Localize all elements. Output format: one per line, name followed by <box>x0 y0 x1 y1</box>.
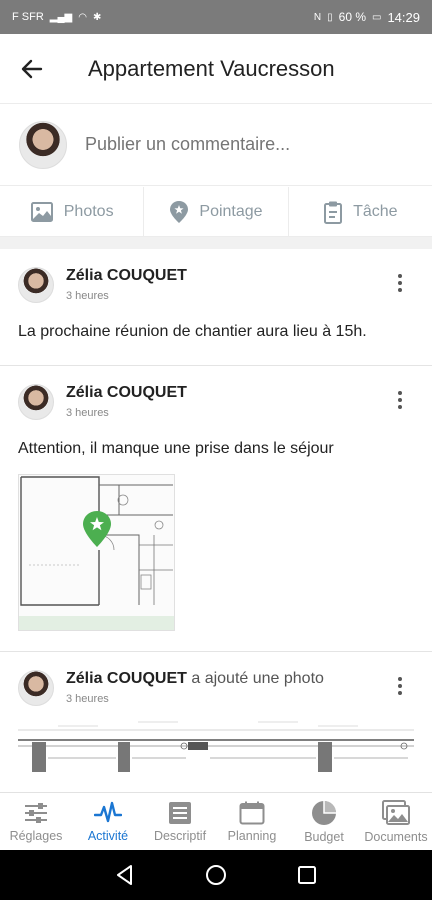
quick-actions: Photos Pointage Tâche <box>0 187 432 237</box>
floor-plan-thumbnail[interactable] <box>18 474 175 631</box>
nav-label: Budget <box>304 829 344 844</box>
nav-activite[interactable]: Activité <box>72 793 144 850</box>
tache-button[interactable]: Tâche <box>289 187 432 236</box>
clock: 14:29 <box>387 9 420 25</box>
system-recents-button[interactable] <box>292 860 322 890</box>
more-options-button[interactable] <box>388 271 412 295</box>
battery-percent: 60 % <box>338 10 366 24</box>
page-title: Appartement Vaucresson <box>88 55 335 81</box>
nav-label: Réglages <box>9 828 63 843</box>
system-back-button[interactable] <box>110 860 140 890</box>
nav-label: Descriptif <box>153 828 207 843</box>
more-options-button[interactable] <box>388 674 412 698</box>
elevation-plan-image <box>18 718 414 778</box>
triangle-back-icon <box>117 865 133 885</box>
avatar <box>18 384 54 420</box>
nav-budget[interactable]: Budget <box>288 793 360 850</box>
location-pin-icon <box>170 200 189 223</box>
photo-attachment[interactable] <box>18 718 414 778</box>
photos-button[interactable]: Photos <box>0 187 145 236</box>
feed-post[interactable]: Zélia COUQUET 3 heures Attention, il man… <box>0 366 432 652</box>
post-author: Zélia COUQUET <box>66 384 187 401</box>
post-time: 3 heures <box>66 407 109 419</box>
nav-planning[interactable]: Planning <box>216 793 288 850</box>
feed-post[interactable]: Zélia COUQUET 3 heures La prochaine réun… <box>0 249 432 366</box>
battery-icon: ▭ <box>372 11 382 23</box>
square-recents-icon <box>297 866 316 884</box>
pointage-label: Pointage <box>199 202 263 220</box>
more-options-button[interactable] <box>388 388 412 412</box>
image-icon <box>30 201 53 222</box>
back-button[interactable] <box>0 34 64 104</box>
signal-icon: ▂▄▆ <box>49 11 73 23</box>
avatar <box>18 267 54 303</box>
carrier-label: F SFR <box>12 11 44 23</box>
notification-icon: ✱ <box>92 11 102 23</box>
app-bar: Appartement Vaucresson <box>0 34 432 104</box>
list-icon <box>169 801 191 824</box>
activity-icon <box>94 801 122 822</box>
post-text: La prochaine réunion de chantier aura li… <box>18 323 367 340</box>
post-time: 3 heures <box>66 290 109 302</box>
avatar <box>18 670 54 706</box>
photos-label: Photos <box>63 202 114 220</box>
nav-reglages[interactable]: Réglages <box>0 793 72 850</box>
post-author: Zélia COUQUET <box>66 670 187 687</box>
wifi-icon: ◠ <box>78 11 87 23</box>
circle-home-icon <box>205 865 226 885</box>
more-vert-icon <box>398 391 402 395</box>
avatar <box>19 120 67 169</box>
vibrate-icon: ▯ <box>327 11 333 23</box>
status-bar: F SFR ▂▄▆ ◠ ✱ N ▯ 60 % ▭ 14:29 <box>0 0 432 34</box>
post-text: Attention, il manque une prise dans le s… <box>18 440 334 457</box>
more-vert-icon <box>398 677 402 681</box>
section-divider <box>0 237 432 249</box>
more-vert-icon <box>398 274 402 278</box>
post-author-line: Zélia COUQUET a ajouté une photo <box>66 670 324 688</box>
nav-label: Documents <box>364 829 428 844</box>
post-time: 3 heures <box>66 693 109 705</box>
post-action: a ajouté une photo <box>191 670 324 687</box>
documents-icon <box>382 799 410 825</box>
nav-label: Planning <box>227 828 277 843</box>
nfc-icon: N <box>313 11 322 23</box>
sliders-icon <box>25 802 47 823</box>
nav-descriptif[interactable]: Descriptif <box>144 793 216 850</box>
comment-composer <box>0 104 432 186</box>
pie-chart-icon <box>312 800 336 825</box>
nav-documents[interactable]: Documents <box>360 793 432 850</box>
tache-label: Tâche <box>353 202 398 220</box>
feed-post[interactable]: Zélia COUQUET a ajouté une photo 3 heure… <box>0 652 432 792</box>
activity-feed[interactable]: Zélia COUQUET 3 heures La prochaine réun… <box>0 249 432 792</box>
clipboard-icon <box>324 201 343 224</box>
pointage-button[interactable]: Pointage <box>144 187 289 236</box>
arrow-left-icon <box>21 59 43 78</box>
comment-input[interactable] <box>85 134 405 155</box>
calendar-icon <box>239 801 265 824</box>
system-home-button[interactable] <box>201 860 231 890</box>
bottom-navigation: Réglages Activité Descriptif Planning Bu… <box>0 792 432 850</box>
post-author: Zélia COUQUET <box>66 267 187 284</box>
system-navigation <box>0 850 432 900</box>
nav-label: Activité <box>87 828 129 843</box>
thumbnail-footer <box>19 616 174 630</box>
floor-plan-image <box>19 475 174 616</box>
